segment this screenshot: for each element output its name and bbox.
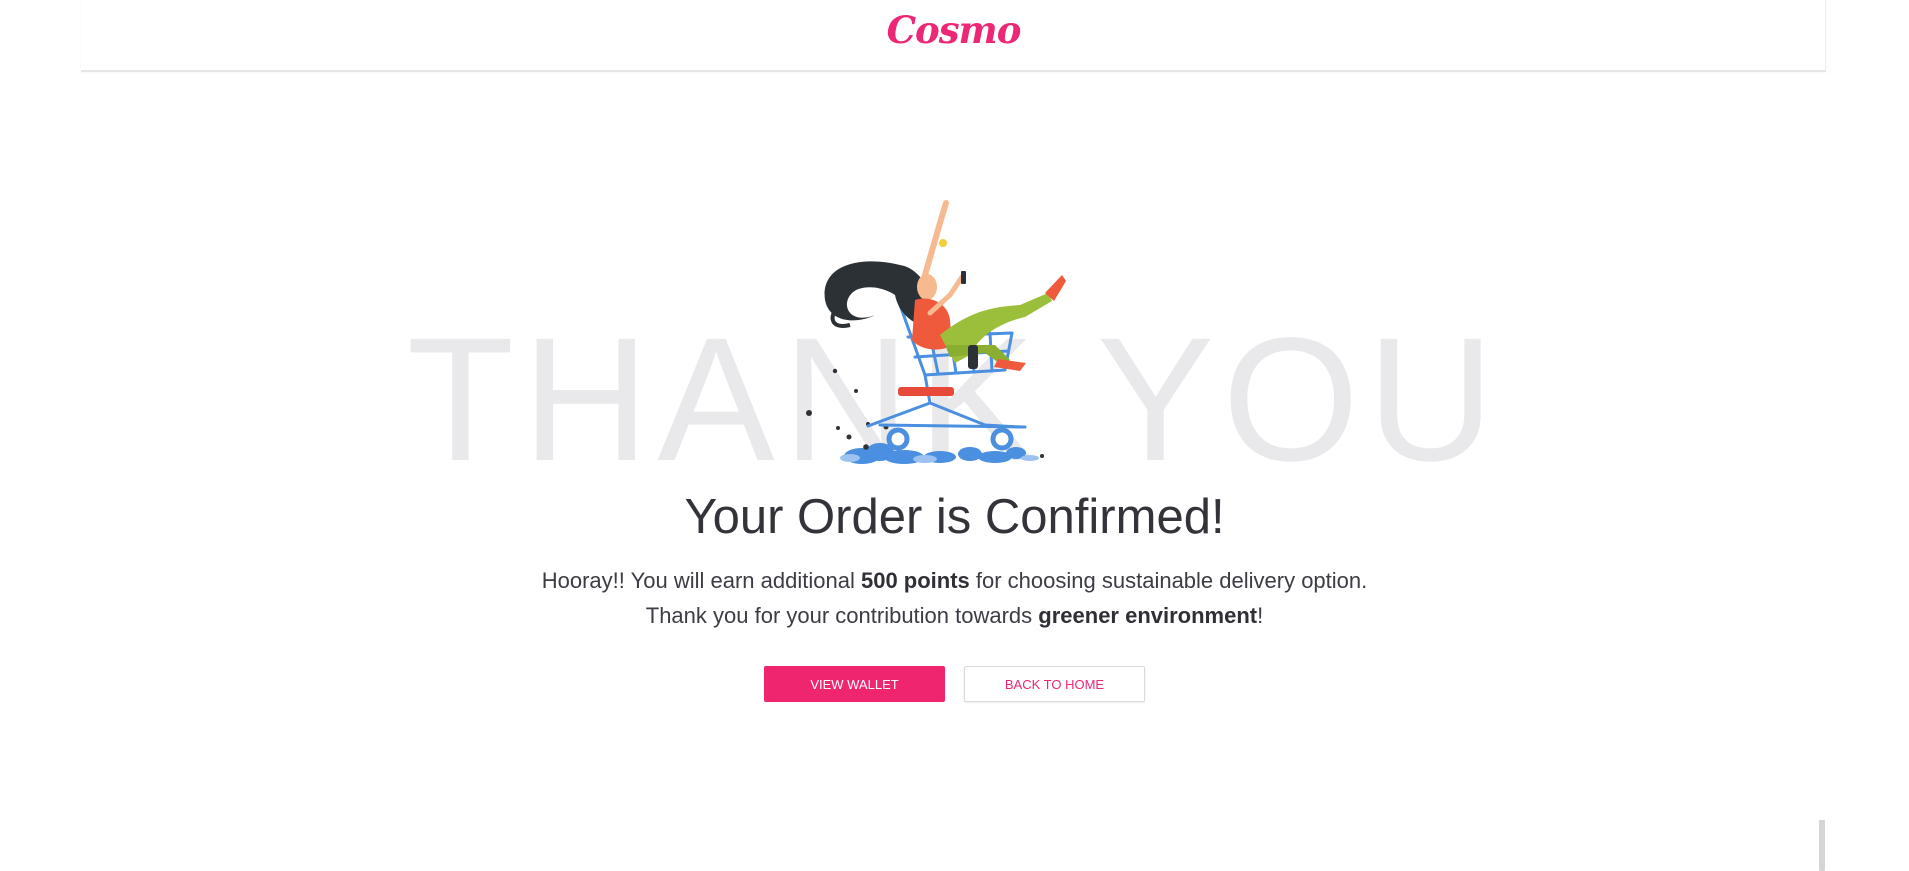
order-confirmed-title: Your Order is Confirmed! [684, 490, 1225, 544]
reward-points-prefix: Hooray!! You will earn additional [541, 568, 861, 593]
order-confirmation-page: Cosmo THANK YOU Your Order is Confirmed!… [0, 0, 1909, 871]
cosmo-logo[interactable]: Cosmo [81, 8, 1826, 52]
action-buttons: VIEW WALLET BACK TO HOME [0, 666, 1909, 702]
scrollbar-thumb[interactable] [1819, 820, 1825, 871]
reward-points-suffix: for choosing sustainable delivery option… [969, 568, 1368, 593]
thank-you-line: Thank you for your contribution towards … [0, 598, 1909, 633]
reward-points-amount: 500 points [860, 568, 970, 593]
shopping-cart-illustration [806, 200, 1066, 464]
confirmation-message: Hooray!! You will earn additional 500 po… [0, 563, 1909, 633]
greener-environment-text: greener environment [1038, 603, 1258, 628]
thank-you-prefix: Thank you for your contribution towards [645, 603, 1039, 628]
back-to-home-button[interactable]: BACK TO HOME [964, 666, 1145, 702]
thank-you-suffix: ! [1257, 603, 1264, 628]
view-wallet-button[interactable]: VIEW WALLET [764, 666, 945, 702]
top-header: Cosmo [81, 0, 1826, 72]
reward-points-line: Hooray!! You will earn additional 500 po… [0, 563, 1909, 598]
header-right-rail [1825, 0, 1826, 70]
